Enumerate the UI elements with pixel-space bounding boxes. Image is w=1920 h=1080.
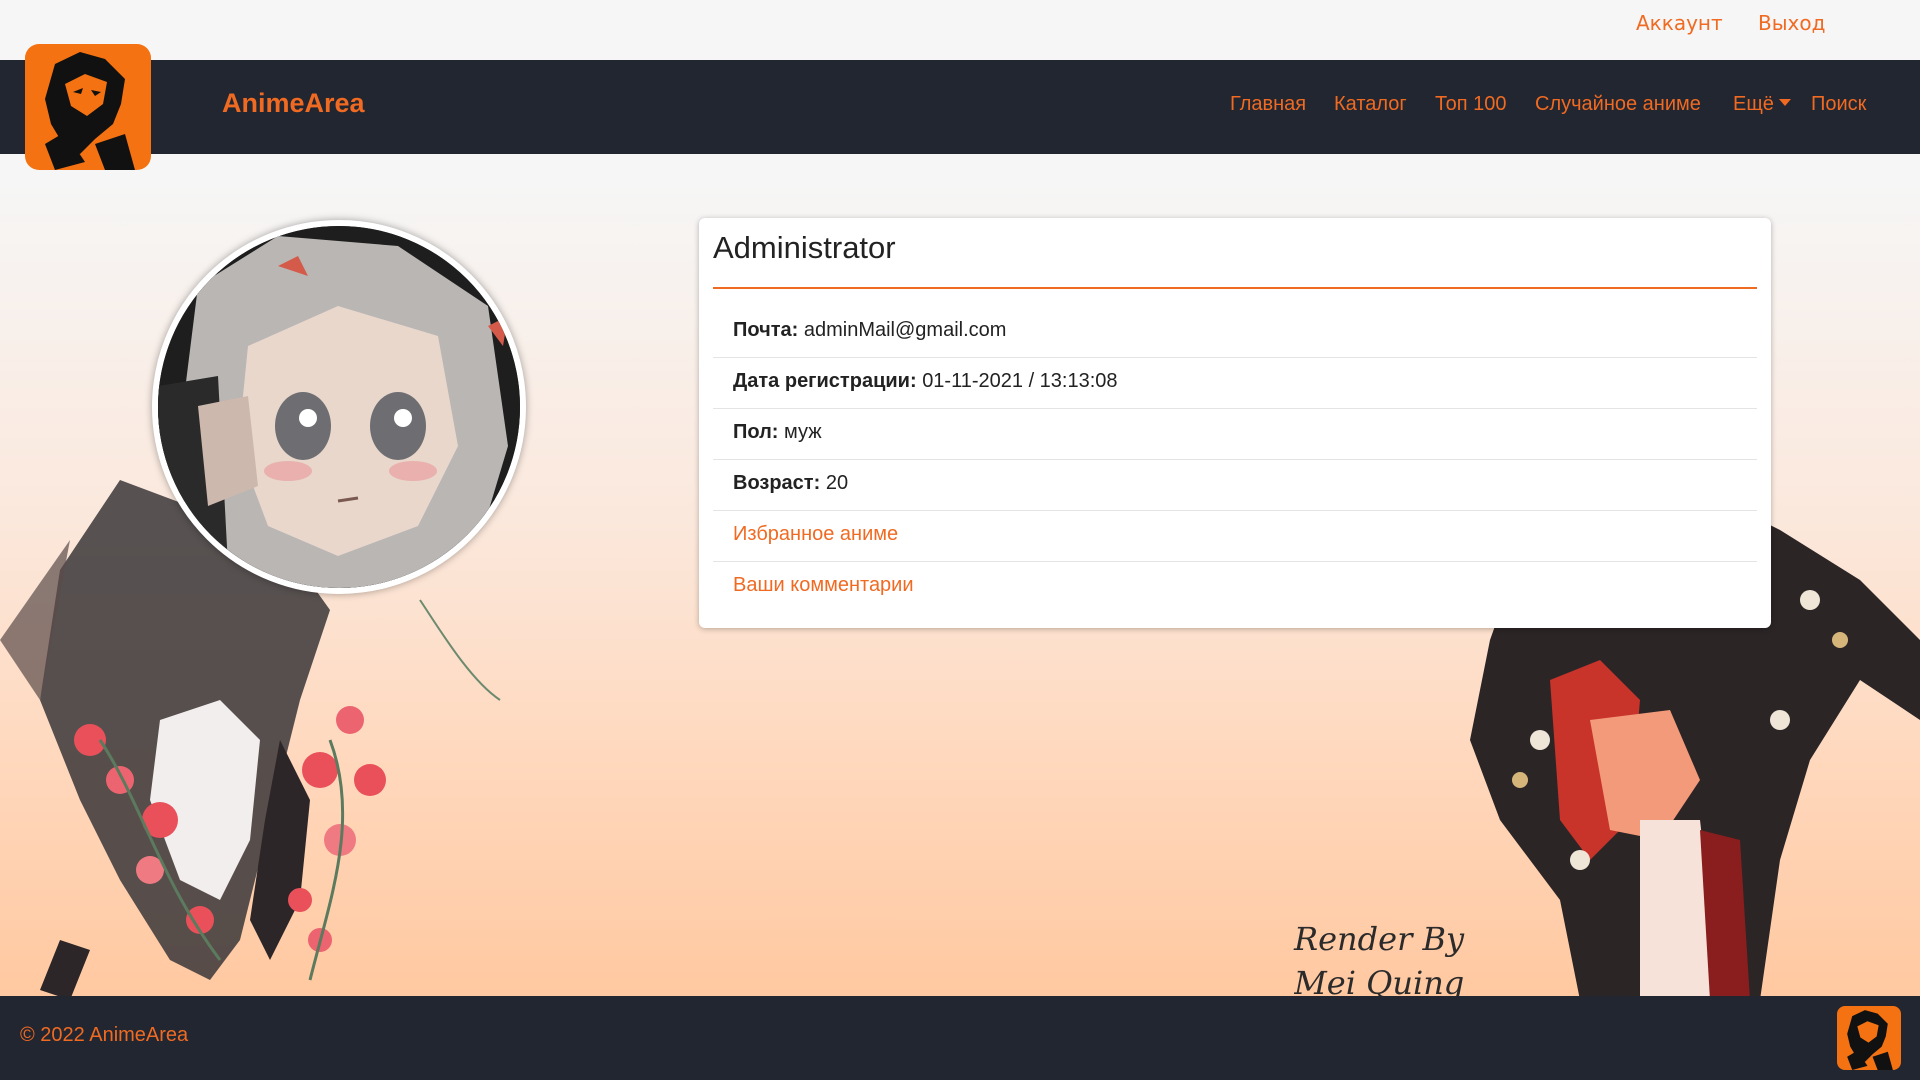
footer-logo[interactable] xyxy=(1837,1006,1901,1070)
gender-value: муж xyxy=(784,421,822,443)
render-signature-line1: Render By xyxy=(1294,920,1465,958)
nav-catalog[interactable]: Каталог xyxy=(1334,93,1407,116)
registration-value: 01-11-2021 / 13:13:08 xyxy=(922,370,1118,392)
favorite-anime-link[interactable]: Избранное аниме xyxy=(733,523,898,545)
top-bar: Аккаунт Выход xyxy=(0,0,1920,60)
footer-copyright: © 2022 AnimeArea xyxy=(20,1024,189,1046)
profile-username: Administrator xyxy=(713,230,896,265)
profile-card: Administrator Почта: adminMail@gmail.com… xyxy=(699,218,1771,628)
age-value: 20 xyxy=(825,472,849,494)
nav-home[interactable]: Главная xyxy=(1230,93,1306,116)
caret-down-icon xyxy=(1778,99,1791,106)
nav-more-dropdown[interactable]: Ещё xyxy=(1733,93,1791,116)
profile-registration-row: Дата регистрации: 01-11-2021 / 13:13:08 xyxy=(713,358,1757,409)
anime-character-logo-icon xyxy=(1847,1010,1893,1070)
account-link[interactable]: Аккаунт xyxy=(1636,11,1723,35)
title-divider xyxy=(713,287,1757,289)
nav-top100[interactable]: Топ 100 xyxy=(1435,93,1507,116)
gender-label: Пол: xyxy=(733,421,779,443)
anime-character-logo-icon xyxy=(45,52,135,170)
nav-more-label: Ещё xyxy=(1733,93,1774,115)
registration-label: Дата регистрации: xyxy=(733,370,917,392)
render-signature-line2: Mei Quing xyxy=(1294,964,1465,996)
site-footer: © 2022 AnimeArea xyxy=(0,996,1920,1080)
nav-random-anime[interactable]: Случайное аниме xyxy=(1535,93,1701,116)
site-logo[interactable] xyxy=(25,44,151,170)
favorites-row: Избранное аниме xyxy=(713,511,1757,562)
profile-email-row: Почта: adminMail@gmail.com xyxy=(713,307,1757,358)
your-comments-link[interactable]: Ваши комментарии xyxy=(733,574,914,596)
profile-gender-row: Пол: муж xyxy=(713,409,1757,460)
age-label: Возраст: xyxy=(733,472,821,494)
anime-avatar-image-icon xyxy=(158,226,520,588)
email-value: adminMail@gmail.com xyxy=(803,319,1007,341)
nav-search[interactable]: Поиск xyxy=(1811,93,1866,116)
profile-age-row: Возраст: 20 xyxy=(713,460,1757,511)
email-label: Почта: xyxy=(733,319,799,341)
user-avatar xyxy=(152,220,526,594)
brand-link[interactable]: AnimeArea xyxy=(222,88,365,119)
logout-link[interactable]: Выход xyxy=(1758,11,1825,35)
comments-row: Ваши комментарии xyxy=(713,562,1757,613)
